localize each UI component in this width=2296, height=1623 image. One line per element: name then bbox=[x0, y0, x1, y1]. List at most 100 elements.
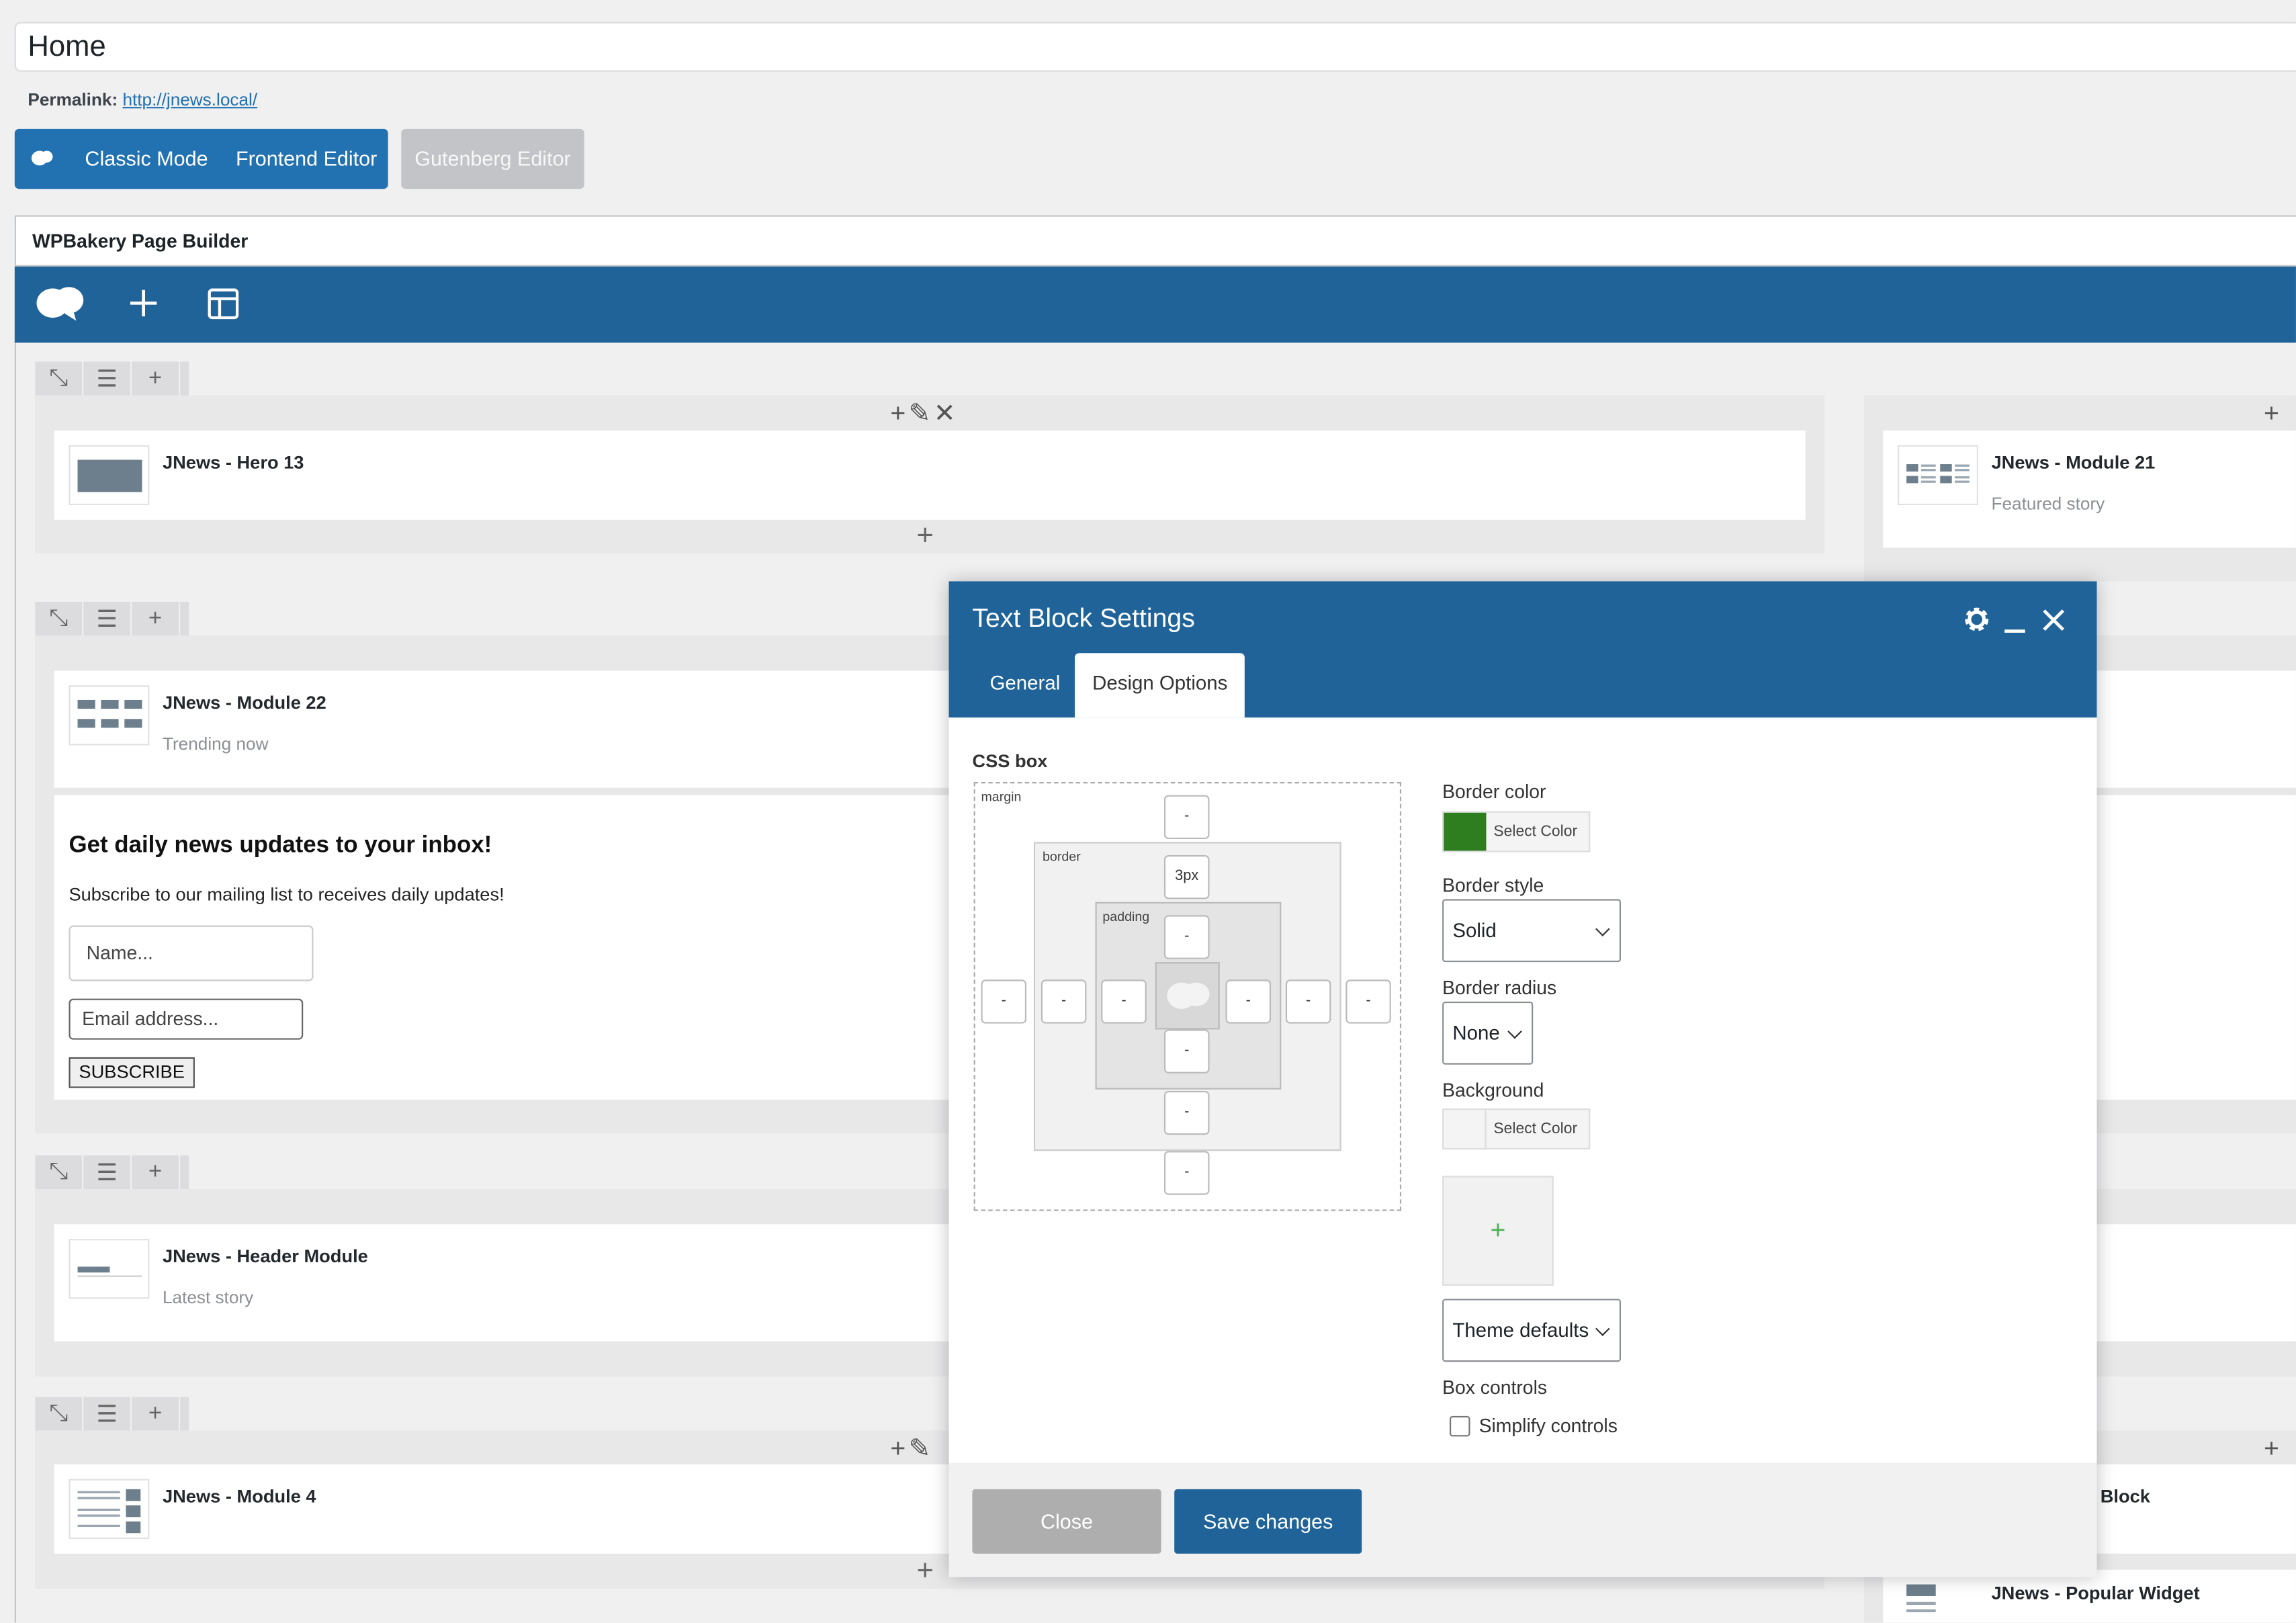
row-drag-icon[interactable]: ⤡ bbox=[35, 1397, 84, 1431]
padding-top-input[interactable]: - bbox=[1163, 915, 1210, 959]
box-controls-label: Box controls bbox=[1442, 1376, 1548, 1399]
close-button[interactable]: Close bbox=[972, 1489, 1161, 1554]
minimize-icon[interactable] bbox=[2003, 608, 2027, 634]
save-changes-button[interactable]: Save changes bbox=[1174, 1489, 1362, 1554]
background-image-add-button[interactable]: + bbox=[1442, 1176, 1554, 1286]
background-color-picker[interactable]: Select Color bbox=[1442, 1108, 1591, 1150]
gutenberg-editor-button[interactable]: Gutenberg Editor bbox=[401, 128, 584, 189]
close-icon[interactable] bbox=[2043, 609, 2065, 631]
column-actions[interactable]: + bbox=[2264, 1434, 2282, 1464]
border-style-select[interactable]: Solid bbox=[1442, 899, 1622, 963]
wpbakery-logo-icon[interactable] bbox=[35, 284, 85, 322]
column-actions[interactable]: + bbox=[2264, 398, 2282, 429]
border-style-value: Solid bbox=[1452, 919, 1497, 942]
element-hero-13[interactable]: JNews - Hero 13 bbox=[54, 430, 1806, 520]
column-actions[interactable]: +✎✕ bbox=[890, 398, 959, 429]
add-element-plus-icon[interactable]: + bbox=[917, 1555, 934, 1589]
border-left-input[interactable]: - bbox=[1041, 979, 1087, 1024]
permalink-link[interactable]: http://jnews.local/ bbox=[122, 89, 257, 110]
permalink-label: Permalink: bbox=[28, 89, 118, 110]
chevron-down-icon bbox=[1507, 1024, 1522, 1039]
margin-right-input[interactable]: - bbox=[1345, 979, 1391, 1024]
row-layout-icon[interactable]: ☰ bbox=[83, 601, 132, 636]
row-layout-icon[interactable]: ☰ bbox=[83, 1155, 132, 1189]
row-drag-icon[interactable]: ⤡ bbox=[35, 361, 84, 396]
add-element-icon[interactable] bbox=[129, 288, 159, 318]
post-title-input[interactable]: Home bbox=[14, 21, 2296, 72]
subscribe-button[interactable]: SUBSCRIBE bbox=[69, 1057, 195, 1088]
padding-label: padding bbox=[1102, 909, 1150, 924]
background-color-swatch bbox=[1444, 1110, 1487, 1148]
row-layout-icon[interactable]: ☰ bbox=[83, 1397, 132, 1431]
row-controls: ⤡ ☰ + bbox=[35, 601, 189, 636]
row-controls: ⤡ ☰ + bbox=[35, 1397, 189, 1431]
row-add-icon[interactable]: + bbox=[132, 601, 181, 636]
element-subtitle: Latest story bbox=[162, 1287, 254, 1308]
border-color-label: Border color bbox=[1442, 780, 1546, 803]
element-title: JNews - Module 21 bbox=[1991, 452, 2156, 474]
templates-icon[interactable] bbox=[208, 288, 239, 320]
padding-right-input[interactable]: - bbox=[1225, 979, 1272, 1024]
element-popular-widget[interactable]: JNews - Popular Widget bbox=[1883, 1569, 2296, 1623]
gear-icon[interactable] bbox=[1962, 605, 1992, 634]
newsletter-heading: Get daily news updates to your inbox! bbox=[69, 833, 492, 859]
element-title: JNews - Popular Widget bbox=[1991, 1583, 2200, 1604]
frontend-editor-button[interactable]: Frontend Editor bbox=[236, 146, 377, 170]
select-color-label: Select Color bbox=[1493, 1120, 1578, 1138]
column-actions[interactable]: +✎ bbox=[890, 1434, 934, 1464]
border-color-swatch bbox=[1444, 812, 1487, 851]
row-controls: ⤡ ☰ + bbox=[35, 1155, 189, 1189]
tab-design-options[interactable]: Design Options bbox=[1074, 653, 1245, 718]
modal-footer: Close Save changes bbox=[948, 1462, 2097, 1577]
padding-bottom-input[interactable]: - bbox=[1163, 1029, 1210, 1073]
background-label: Background bbox=[1442, 1079, 1544, 1102]
row-add-icon[interactable]: + bbox=[132, 361, 181, 396]
row-drag-icon[interactable]: ⤡ bbox=[35, 1155, 84, 1189]
element-module-21[interactable]: JNews - Module 21 Featured story bbox=[1883, 430, 2296, 548]
classic-mode-button[interactable]: Classic Mode bbox=[85, 146, 208, 170]
element-subtitle: Trending now bbox=[162, 734, 269, 754]
element-subtitle: Featured story bbox=[1991, 493, 2105, 515]
text-block-settings-modal: Text Block Settings General Design Optio… bbox=[948, 581, 2097, 1577]
chevron-down-icon bbox=[1595, 1321, 1610, 1336]
element-title: JNews - Hero 13 bbox=[162, 452, 304, 474]
margin-label: margin bbox=[981, 789, 1022, 804]
padding-left-input[interactable]: - bbox=[1101, 979, 1147, 1024]
newsletter-name-input[interactable]: Name... bbox=[69, 925, 314, 981]
element-title: JNews - Module 22 bbox=[162, 693, 326, 713]
background-size-select[interactable]: Theme defaults bbox=[1442, 1299, 1622, 1362]
page-canvas: Home Permalink: http://jnews.local/ Clas… bbox=[0, 0, 2296, 1623]
row-add-icon[interactable]: + bbox=[132, 1397, 181, 1431]
module-thumbnail-icon bbox=[69, 1479, 150, 1539]
row-controls: ⤡ ☰ + bbox=[35, 361, 189, 396]
newsletter-email-input[interactable]: Email address... bbox=[69, 998, 304, 1040]
css-box-label: CSS box bbox=[972, 751, 1048, 772]
margin-left-input[interactable]: - bbox=[981, 979, 1027, 1024]
header-thumbnail-icon bbox=[69, 1239, 150, 1299]
border-radius-value: None bbox=[1452, 1022, 1500, 1045]
row-add-icon[interactable]: + bbox=[132, 1155, 181, 1189]
border-radius-select[interactable]: None bbox=[1442, 1001, 1534, 1065]
tab-general[interactable]: General bbox=[972, 653, 1077, 717]
border-right-input[interactable]: - bbox=[1285, 979, 1331, 1024]
widget-thumbnail-icon bbox=[1906, 1584, 1936, 1623]
margin-bottom-input[interactable]: - bbox=[1163, 1151, 1210, 1195]
wpbakery-logo-icon bbox=[31, 150, 53, 166]
border-bottom-input[interactable]: - bbox=[1163, 1090, 1210, 1135]
border-top-input[interactable]: 3px bbox=[1163, 855, 1210, 900]
element-title: JNews - Header Module bbox=[162, 1246, 368, 1267]
modal-title: Text Block Settings bbox=[972, 603, 1195, 633]
module-thumbnail-icon bbox=[1898, 445, 1978, 506]
simplify-controls-checkbox[interactable] bbox=[1450, 1415, 1470, 1437]
add-element-plus-icon[interactable]: + bbox=[917, 520, 934, 554]
builder-title: WPBakery Page Builder bbox=[14, 215, 2296, 267]
modal-header: Text Block Settings General Design Optio… bbox=[948, 581, 2097, 718]
element-title: JNews - Module 4 bbox=[162, 1486, 316, 1507]
select-color-label: Select Color bbox=[1493, 823, 1578, 841]
row-drag-icon[interactable]: ⤡ bbox=[35, 601, 84, 636]
wpbakery-logo-icon bbox=[1167, 982, 1210, 1009]
border-color-picker[interactable]: Select Color bbox=[1442, 811, 1591, 852]
margin-top-input[interactable]: - bbox=[1163, 795, 1210, 840]
row-layout-icon[interactable]: ☰ bbox=[83, 361, 132, 396]
chevron-down-icon bbox=[1595, 922, 1610, 936]
